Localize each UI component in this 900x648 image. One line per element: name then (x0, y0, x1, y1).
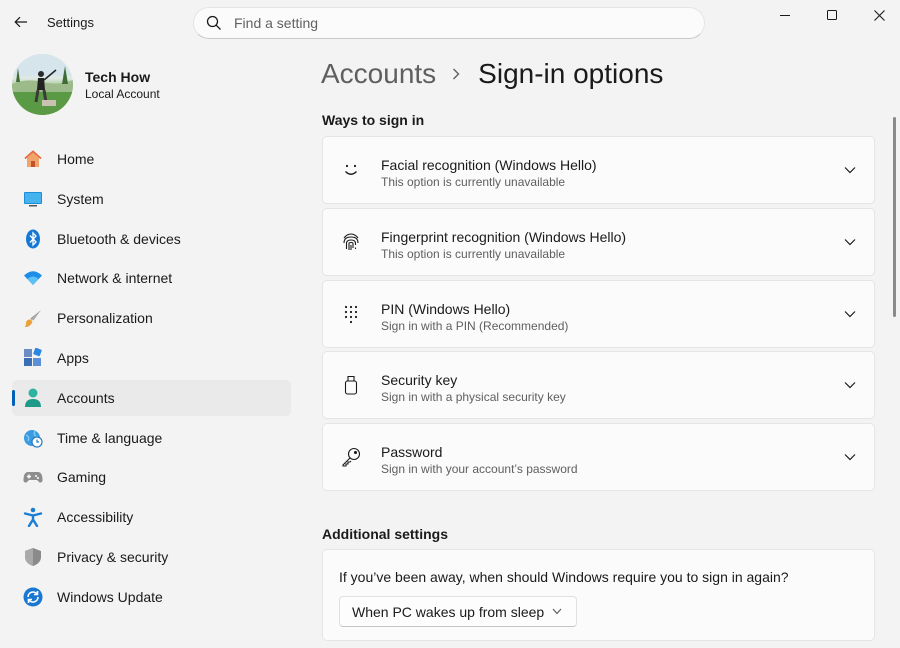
person-icon (23, 388, 43, 408)
option-description: Sign in with a physical security key (381, 390, 566, 404)
close-icon (873, 9, 885, 21)
usb-key-icon (340, 374, 362, 396)
minimize-icon (780, 15, 790, 16)
pin-keypad-icon (340, 303, 362, 325)
maximize-button[interactable] (809, 0, 855, 30)
back-arrow-icon (14, 16, 27, 28)
sidebar-item-label: Apps (57, 349, 89, 366)
chevron-down-icon (844, 165, 856, 175)
option-title: Password (381, 444, 443, 460)
signin-option-facial-recognition[interactable]: Facial recognition (Windows Hello) This … (322, 136, 875, 204)
sidebar-item-label: Windows Update (57, 588, 163, 605)
sidebar-item-accessibility[interactable]: Accessibility (12, 499, 291, 535)
page-title: Sign-in options (478, 58, 664, 89)
sidebar-item-bluetooth-devices[interactable]: Bluetooth & devices (12, 221, 291, 257)
maximize-icon (827, 10, 837, 20)
avatar-golfer-image (12, 54, 73, 115)
sidebar-item-privacy-security[interactable]: Privacy & security (12, 539, 291, 575)
sidebar-item-system[interactable]: System (12, 181, 291, 217)
brush-icon (23, 308, 43, 328)
section-title-ways-to-sign-in: Ways to sign in (322, 112, 425, 128)
main-scrollbar[interactable] (893, 117, 896, 317)
gamepad-icon (23, 467, 43, 487)
breadcrumb: Accounts Sign-in options (321, 56, 663, 92)
update-icon (23, 587, 43, 607)
sidebar-item-label: Time & language (57, 429, 163, 446)
sidebar-item-label: Personalization (57, 310, 153, 327)
back-button[interactable] (8, 9, 34, 35)
sidebar-item-apps[interactable]: Apps (12, 340, 291, 376)
sidebar-item-gaming[interactable]: Gaming (12, 459, 291, 495)
sidebar-nav: Home System Bluetooth & devices Network … (12, 141, 291, 619)
dropdown-selected-value: When PC wakes up from sleep (352, 604, 545, 620)
profile-account-type: Local Account (85, 87, 160, 101)
option-title: Fingerprint recognition (Windows Hello) (381, 229, 627, 245)
profile-name: Tech How (85, 69, 151, 85)
option-title: PIN (Windows Hello) (381, 301, 511, 317)
apps-icon (23, 347, 43, 368)
option-title: Facial recognition (Windows Hello) (381, 157, 597, 173)
chevron-down-icon (844, 380, 856, 390)
close-button[interactable] (856, 0, 900, 30)
section-title-additional-settings: Additional settings (322, 526, 448, 542)
sidebar-item-label: System (57, 190, 104, 207)
fingerprint-icon (340, 231, 362, 253)
require-signin-card: If you’ve been away, when should Windows… (322, 549, 875, 641)
sidebar-item-label: Network & internet (57, 270, 173, 287)
signin-option-security-key[interactable]: Security key Sign in with a physical sec… (322, 351, 875, 419)
signin-option-fingerprint-recognition[interactable]: Fingerprint recognition (Windows Hello) … (322, 208, 875, 276)
require-signin-dropdown[interactable]: When PC wakes up from sleep (339, 596, 577, 627)
option-description: Sign in with your account’s password (381, 462, 578, 476)
breadcrumb-parent-link[interactable]: Accounts (321, 58, 436, 90)
minimize-button[interactable] (762, 0, 808, 30)
chevron-down-icon (844, 309, 856, 319)
shield-icon (23, 547, 43, 567)
search-input[interactable] (234, 15, 674, 31)
signin-option-pin[interactable]: PIN (Windows Hello) Sign in with a PIN (… (322, 280, 875, 348)
chevron-right-icon (452, 67, 464, 81)
sidebar-item-home[interactable]: Home (12, 141, 291, 177)
title-bar: Settings (0, 0, 900, 46)
search-box[interactable] (193, 7, 705, 39)
chevron-down-icon (552, 608, 562, 616)
sidebar-item-label: Accounts (57, 389, 115, 406)
sidebar-item-label: Accessibility (57, 509, 134, 526)
key-icon (340, 446, 362, 468)
search-icon (206, 15, 221, 30)
option-title: Security key (381, 372, 458, 388)
signin-option-password[interactable]: Password Sign in with your account’s pas… (322, 423, 875, 491)
home-icon (23, 149, 43, 169)
sidebar-item-windows-update[interactable]: Windows Update (12, 579, 291, 615)
wifi-icon (23, 268, 43, 288)
option-description: This option is currently unavailable (381, 247, 566, 261)
sidebar-item-time-language[interactable]: Time & language (12, 420, 291, 456)
sidebar-item-network-internet[interactable]: Network & internet (12, 260, 291, 296)
face-icon (340, 159, 362, 181)
avatar[interactable] (12, 54, 73, 115)
chevron-down-icon (844, 237, 856, 247)
system-icon (23, 189, 43, 209)
accessibility-icon (23, 507, 43, 528)
sidebar-item-label: Bluetooth & devices (57, 230, 181, 247)
chevron-down-icon (844, 452, 856, 462)
sidebar-item-label: Gaming (57, 469, 107, 486)
option-description: Sign in with a PIN (Recommended) (381, 319, 569, 333)
globe-clock-icon (23, 428, 43, 448)
option-description: This option is currently unavailable (381, 175, 566, 189)
sidebar-item-accounts[interactable]: Accounts (12, 379, 291, 416)
sidebar-item-label: Privacy & security (57, 548, 169, 565)
require-signin-label: If you’ve been away, when should Windows… (339, 569, 789, 585)
app-title: Settings (47, 15, 94, 30)
bluetooth-icon (23, 229, 43, 249)
sidebar-item-label: Home (57, 151, 95, 167)
sidebar-item-personalization[interactable]: Personalization (12, 300, 291, 336)
